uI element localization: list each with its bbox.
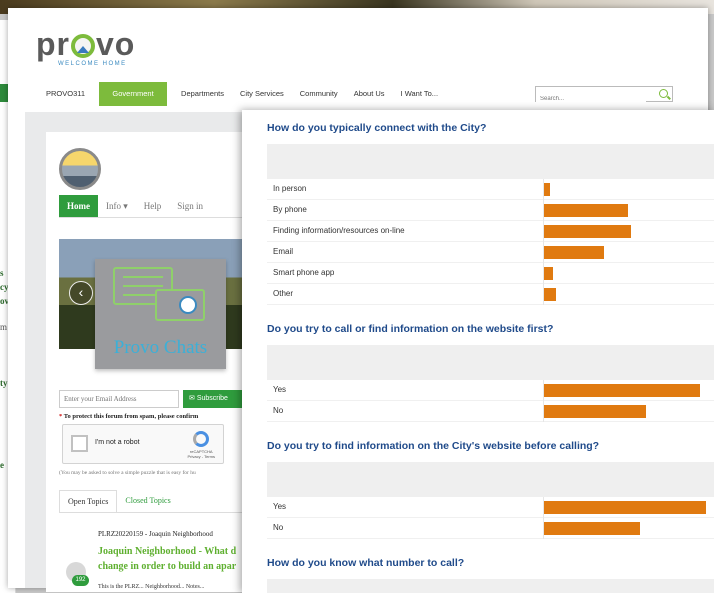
survey-response-bar [544, 225, 631, 238]
survey-response-bar [544, 384, 700, 397]
survey-table-header [267, 144, 714, 179]
survey-answer-row: Yes [267, 380, 714, 401]
survey-answer-label: Email [273, 247, 294, 256]
forum-logo [59, 148, 101, 190]
forum-tab-help[interactable]: Help [136, 195, 170, 217]
survey-question-title: Do you try to find information on the Ci… [267, 440, 600, 452]
left-window-text-fragment: s [0, 268, 4, 278]
topic-id: PLRZ20220159 - Joaquin Neighborhood [98, 530, 213, 538]
survey-answer-row: By phone [267, 200, 714, 221]
survey-answer-label: Yes [273, 502, 287, 511]
site-search [535, 86, 673, 106]
survey-response-bar [544, 288, 556, 301]
survey-answer-label: Finding information/resources on-line [273, 226, 405, 235]
nav-government[interactable]: Government [99, 82, 168, 106]
subscribe-form: ✉ Subscribe [59, 390, 243, 408]
recaptcha-icon [193, 431, 209, 447]
survey-answer-label: Other [273, 289, 294, 298]
left-window-text-fragment: m [0, 322, 8, 332]
nav-community[interactable]: Community [292, 82, 346, 106]
provo-logo[interactable]: pr vo WELCOME HOME [36, 26, 135, 67]
screen: s cy ov m ty e pr vo WELCOME HOME PROVO31… [0, 0, 714, 593]
survey-answer-row: Finding information/resources on-line [267, 221, 714, 242]
logo-tagline: WELCOME HOME [58, 61, 127, 67]
recaptcha-label: I'm not a robot [95, 439, 140, 446]
tab-closed-topics[interactable]: Closed Topics [117, 490, 178, 512]
nav-provo311[interactable]: PROVO311 [38, 82, 93, 106]
survey-table-header [267, 462, 714, 497]
survey-answer-label: No [273, 523, 284, 532]
email-field[interactable] [59, 390, 179, 408]
left-window-text-fragment: e [0, 460, 4, 470]
survey-question-title: How do you know what number to call? [267, 557, 465, 569]
forum-tabs: Home Info ▾ Help Sign in [59, 195, 211, 217]
recaptcha-checkbox[interactable] [71, 435, 88, 452]
forum-tab-info[interactable]: Info ▾ [98, 195, 136, 217]
survey-answer-row: No [267, 518, 714, 539]
search-icon[interactable] [659, 89, 668, 98]
survey-table-header [267, 579, 714, 593]
topics-tabs: Open Topics Closed Topics [59, 490, 179, 512]
survey-answer-label: Smart phone app [273, 268, 335, 277]
carousel-prev-icon[interactable]: ‹ [69, 281, 93, 305]
survey-response-bar [544, 501, 706, 514]
survey-response-bar [544, 522, 640, 535]
survey-question-title: How do you typically connect with the Ci… [267, 122, 487, 134]
survey-answer-row: Smart phone app [267, 263, 714, 284]
left-window-green-tab [0, 84, 8, 102]
nav-departments[interactable]: Departments [173, 82, 232, 106]
survey-answer-row: Yes [267, 497, 714, 518]
survey-response-bar [544, 405, 646, 418]
mountain-icon [71, 34, 95, 58]
survey-answer-label: In person [273, 184, 307, 193]
main-navigation: PROVO311 Government Departments City Ser… [38, 82, 446, 106]
survey-results-panel: How do you typically connect with the Ci… [242, 110, 714, 593]
comment-count-badge: 192 [72, 575, 89, 586]
nav-city-services[interactable]: City Services [232, 82, 292, 106]
nav-about-us[interactable]: About Us [346, 82, 393, 106]
survey-table-header [267, 345, 714, 380]
provo-chats-tile: Provo Chats [95, 259, 226, 369]
chat-bubble-icon [155, 289, 205, 321]
spam-notice: * To protect this forum from spam, pleas… [59, 413, 199, 420]
survey-answer-row: No [267, 401, 714, 422]
forum-tab-home[interactable]: Home [59, 195, 98, 217]
survey-answer-label: Yes [273, 385, 287, 394]
survey-answer-row: Other [267, 284, 714, 305]
provo-wordmark: pr vo [36, 26, 136, 62]
tab-open-topics[interactable]: Open Topics [59, 490, 118, 512]
provo-chats-title: Provo Chats [113, 337, 208, 358]
survey-response-bar [544, 204, 628, 217]
survey-answer-row: Email [267, 242, 714, 263]
survey-response-bar [544, 267, 553, 280]
survey-answer-label: By phone [273, 205, 307, 214]
nav-i-want-to[interactable]: I Want To... [393, 82, 447, 106]
recaptcha-widget: I'm not a robot reCAPTCHA Privacy - Terms [62, 424, 224, 464]
topic-excerpt: This is the PLRZ... Neighborhood... Note… [98, 584, 205, 590]
survey-answer-row: In person [267, 179, 714, 200]
forum-tab-sign-in[interactable]: Sign in [169, 195, 211, 217]
subscribe-button[interactable]: ✉ Subscribe [183, 390, 243, 408]
recaptcha-brand: reCAPTCHA Privacy - Terms [187, 449, 215, 459]
survey-question-title: Do you try to call or find information o… [267, 323, 554, 335]
search-input[interactable] [536, 92, 646, 106]
survey-answer-label: No [273, 406, 284, 415]
left-window-text-fragment: ty [0, 378, 8, 388]
survey-response-bar [544, 183, 550, 196]
survey-response-bar [544, 246, 604, 259]
puzzle-note: (You may be asked to solve a simple puzz… [59, 470, 196, 476]
